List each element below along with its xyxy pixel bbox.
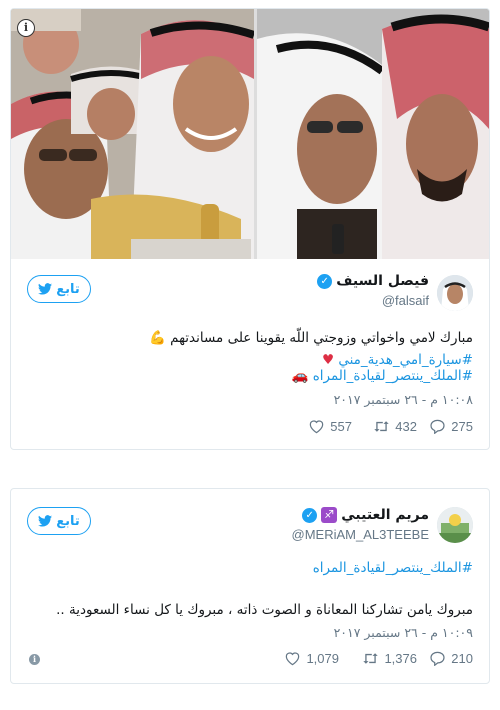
reply-icon — [430, 651, 445, 666]
tweet-photos[interactable]: i — [11, 9, 489, 259]
follow-label: تابع — [56, 513, 80, 529]
retweet-icon — [363, 653, 379, 664]
retweet-icon — [374, 421, 389, 432]
tweet-actions: 275 432 557 — [11, 419, 489, 439]
user-name-line[interactable]: فيصل السيف ✓ — [317, 273, 429, 289]
tweet-timestamp[interactable]: ١٠:٠٩ م - ٢٦ سبتمبر ٢٠١٧ — [334, 625, 473, 640]
user-name[interactable]: مريم العتيبي — [341, 507, 429, 523]
tweet-text: مبروك يامن تشاركنا المعاناة و الصوت ذاته… — [56, 602, 473, 618]
follow-label: تابع — [56, 281, 80, 297]
retweet-count: 432 — [395, 419, 417, 434]
hashtag-link[interactable]: #الملك_ينتصر_لقيادة_المراه — [313, 368, 473, 384]
info-icon[interactable]: i — [29, 654, 40, 665]
heart-icon — [310, 420, 324, 434]
tweet-card-1: i فيصل السيف ✓ @falsaif تابع مبارك لامي … — [10, 8, 490, 450]
car-emoji-icon: 🚗 — [291, 368, 309, 384]
retweet-action[interactable]: 432 — [373, 419, 417, 434]
user-handle[interactable]: @falsaif — [382, 293, 429, 308]
reply-action[interactable]: 275 — [429, 419, 473, 434]
tweet-hashtag-line: #الملك_ينتصر_لقيادة_المراه 🚗 — [23, 365, 473, 387]
follow-button[interactable]: تابع — [27, 507, 91, 535]
photo-right[interactable] — [257, 9, 489, 259]
avatar[interactable] — [437, 507, 473, 543]
like-action[interactable]: 557 — [308, 419, 352, 434]
reply-icon — [430, 419, 445, 434]
reply-action[interactable]: 210 — [429, 651, 473, 666]
like-count: 557 — [330, 419, 352, 434]
reply-count: 275 — [451, 419, 473, 434]
verified-badge-icon: ✓ — [317, 273, 333, 289]
hashtag-link[interactable]: #الملك_ينتصر_لقيادة_المراه — [313, 560, 473, 576]
photo-left[interactable] — [11, 9, 254, 259]
flexed-arm-emoji-icon: 💪 — [148, 330, 166, 346]
like-count: 1,079 — [306, 651, 339, 666]
tweet-header: فيصل السيف ✓ @falsaif تابع — [11, 271, 489, 321]
twitter-bird-icon — [38, 283, 53, 295]
user-handle[interactable]: @MERiAM_AL3TEEBE — [292, 527, 429, 542]
heart-icon — [286, 652, 300, 666]
zodiac-sagittarius-icon: ♐ — [321, 507, 338, 523]
tweet-actions: i 210 1,376 1,079 — [11, 651, 489, 671]
info-icon[interactable]: i — [17, 19, 35, 37]
tweet-card-2: مريم العتيبي ♐ ✓ @MERiAM_AL3TEEBE تابع #… — [10, 488, 490, 684]
user-name-line[interactable]: مريم العتيبي ♐ ✓ — [302, 507, 429, 523]
tweet-hashtag-line: #الملك_ينتصر_لقيادة_المراه — [23, 557, 473, 579]
like-action[interactable]: 1,079 — [284, 651, 339, 666]
verified-badge-icon: ✓ — [302, 507, 318, 523]
reply-count: 210 — [451, 651, 473, 666]
user-name[interactable]: فيصل السيف — [336, 273, 429, 289]
tweet-header: مريم العتيبي ♐ ✓ @MERiAM_AL3TEEBE تابع — [11, 505, 489, 555]
retweet-action[interactable]: 1,376 — [362, 651, 417, 666]
twitter-bird-icon — [38, 515, 53, 527]
follow-button[interactable]: تابع — [27, 275, 91, 303]
tweet-text-main: مبارك لامي واخواتي وزوجتي اللّه يقوينا ع… — [170, 330, 473, 346]
retweet-count: 1,376 — [384, 651, 417, 666]
avatar[interactable] — [437, 275, 473, 311]
tweet-timestamp[interactable]: ١٠:٠٨ م - ٢٦ سبتمبر ٢٠١٧ — [334, 392, 473, 407]
